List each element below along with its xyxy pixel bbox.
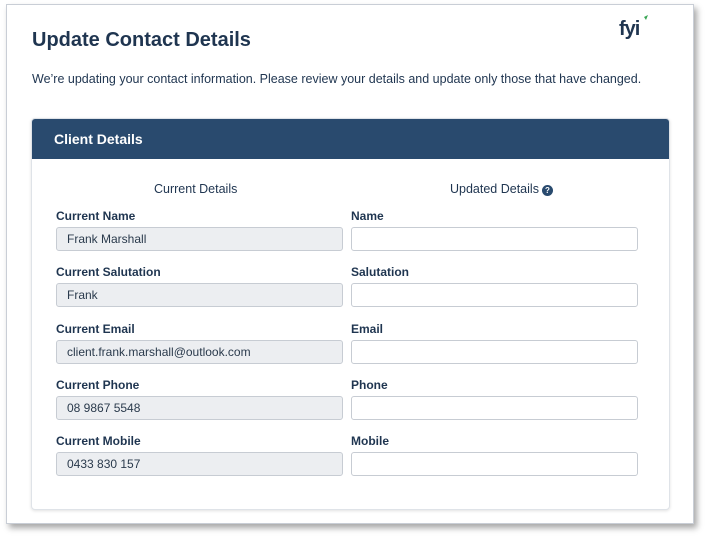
mobile-input[interactable] xyxy=(351,452,638,476)
current-salutation-value: Frank xyxy=(56,283,343,307)
name-label: Name xyxy=(351,209,384,223)
name-input[interactable] xyxy=(351,227,638,251)
email-input[interactable] xyxy=(351,340,638,364)
phone-input[interactable] xyxy=(351,396,638,420)
current-salutation-label: Current Salutation xyxy=(56,265,161,279)
salutation-input[interactable] xyxy=(351,283,638,307)
mobile-label: Mobile xyxy=(351,434,389,448)
card-header: Client Details xyxy=(32,119,669,159)
fyi-logo-text: fyi xyxy=(619,18,640,40)
current-mobile-label: Current Mobile xyxy=(56,434,141,448)
dialog-window: fyi Update Contact Details We’re updatin… xyxy=(6,4,694,524)
current-mobile-value: 0433 830 157 xyxy=(56,452,343,476)
current-phone-label: Current Phone xyxy=(56,378,140,392)
current-name-value: Frank Marshall xyxy=(56,227,343,251)
fyi-logo: fyi xyxy=(619,15,648,40)
client-details-card: Client Details Current Details Updated D… xyxy=(31,118,670,510)
salutation-label: Salutation xyxy=(351,265,410,279)
current-phone-value: 08 9867 5548 xyxy=(56,396,343,420)
current-details-heading: Current Details xyxy=(154,182,238,196)
email-label: Email xyxy=(351,322,384,336)
current-name-label: Current Name xyxy=(56,209,136,223)
intro-text: We’re updating your contact information.… xyxy=(32,72,642,86)
phone-label: Phone xyxy=(351,378,388,392)
current-email-value: client.frank.marshall@outlook.com xyxy=(56,340,343,364)
updated-details-heading: Updated Details? xyxy=(450,182,553,196)
help-icon[interactable]: ? xyxy=(541,185,553,196)
current-email-label: Current Email xyxy=(56,322,135,336)
updated-details-heading-text: Updated Details xyxy=(450,182,539,196)
page-title: Update Contact Details xyxy=(32,29,251,51)
